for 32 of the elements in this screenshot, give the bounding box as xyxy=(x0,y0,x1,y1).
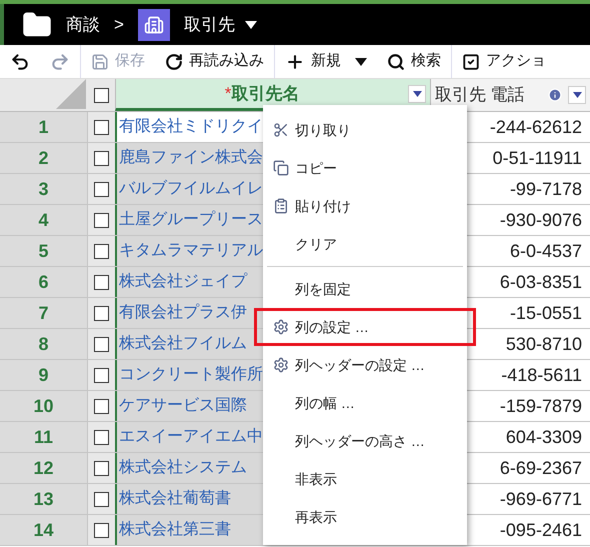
phone-number: -99-7178 xyxy=(510,178,582,200)
phone-number: -159-7879 xyxy=(500,394,582,418)
row-number: 3 xyxy=(0,174,88,204)
row-number: 7 xyxy=(0,298,88,328)
breadcrumb-separator: > xyxy=(114,14,124,36)
row-number: 9 xyxy=(0,360,88,390)
phone-number: 6-69-2367 xyxy=(500,456,582,480)
phone-number: -15-0551 xyxy=(510,302,582,324)
phone-number: -418-5611 xyxy=(501,364,582,386)
row-number: 10 xyxy=(0,391,88,421)
row-number: 4 xyxy=(0,205,88,235)
column-title: 取引先 電話 xyxy=(435,85,525,104)
row-number: 1 xyxy=(0,112,88,142)
required-mark: * xyxy=(224,84,232,103)
phone-number: -969-6771 xyxy=(500,488,582,510)
row-number: 6 xyxy=(0,267,88,297)
row-number: 13 xyxy=(0,484,88,514)
row-number: 14 xyxy=(0,515,88,545)
phone-number: 604-3309 xyxy=(506,426,582,448)
column-title: 取引先名 xyxy=(231,84,300,103)
phone-number: 6-03-8351 xyxy=(500,270,582,294)
row-number: 5 xyxy=(0,236,88,266)
row-number: 8 xyxy=(0,329,88,359)
row-number: 12 xyxy=(0,453,88,483)
phone-number: 530-8710 xyxy=(506,332,582,356)
row-number: 2 xyxy=(0,143,88,173)
phone-number: -930-9076 xyxy=(500,208,582,232)
phone-number: 6-0-4537 xyxy=(510,240,582,262)
phone-number: 0-51-11911 xyxy=(492,146,582,170)
phone-number: -244-62612 xyxy=(490,116,582,138)
row-number: 11 xyxy=(0,422,88,452)
phone-number: -095-2461 xyxy=(500,518,582,542)
